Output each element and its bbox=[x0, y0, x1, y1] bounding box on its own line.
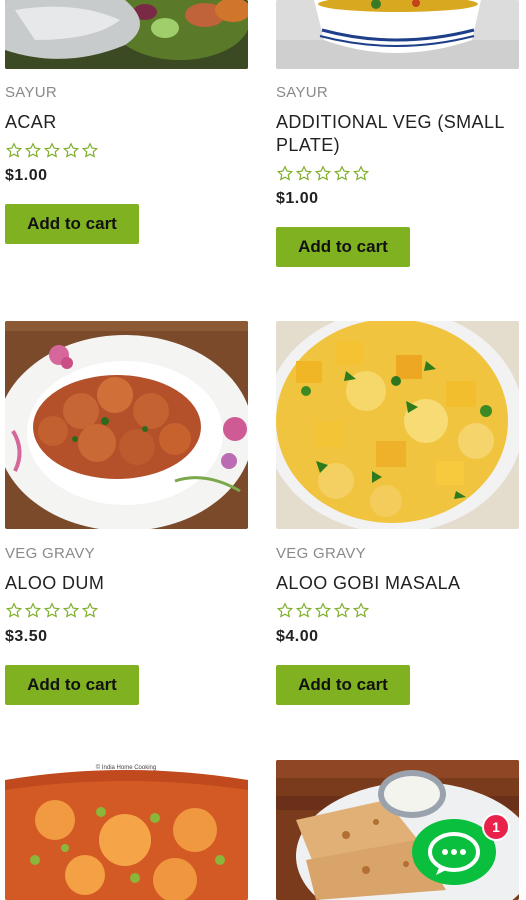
product-category[interactable]: SAYUR bbox=[5, 84, 57, 101]
star-outline-icon bbox=[81, 142, 99, 158]
product-title[interactable]: ADDITIONAL VEG (SMALL PLATE) bbox=[276, 111, 521, 157]
image-watermark: © India Home Cooking bbox=[96, 764, 156, 771]
star-outline-icon bbox=[352, 165, 370, 181]
product-title[interactable]: ALOO GOBI MASALA bbox=[276, 572, 521, 595]
product-image-aloo-dum[interactable] bbox=[5, 321, 248, 529]
star-outline-icon bbox=[314, 165, 332, 181]
star-outline-icon bbox=[276, 602, 294, 618]
star-rating bbox=[276, 165, 370, 182]
product-price: $4.00 bbox=[276, 628, 319, 645]
star-outline-icon bbox=[24, 602, 42, 618]
product-category[interactable]: SAYUR bbox=[276, 84, 328, 101]
star-outline-icon bbox=[314, 602, 332, 618]
product-title[interactable]: ALOO DUM bbox=[5, 572, 250, 595]
star-outline-icon bbox=[5, 602, 23, 618]
star-rating bbox=[276, 602, 370, 619]
star-outline-icon bbox=[62, 602, 80, 618]
add-to-cart-button[interactable]: Add to cart bbox=[5, 204, 139, 244]
star-outline-icon bbox=[5, 142, 23, 158]
star-outline-icon bbox=[24, 142, 42, 158]
star-outline-icon bbox=[295, 165, 313, 181]
star-outline-icon bbox=[333, 165, 351, 181]
star-outline-icon bbox=[276, 165, 294, 181]
star-rating bbox=[5, 142, 99, 159]
star-outline-icon bbox=[333, 602, 351, 618]
product-image-additional-veg[interactable] bbox=[276, 0, 519, 69]
product-price: $1.00 bbox=[276, 190, 319, 207]
star-outline-icon bbox=[43, 142, 61, 158]
add-to-cart-button[interactable]: Add to cart bbox=[5, 665, 139, 705]
star-rating bbox=[5, 602, 99, 619]
star-outline-icon bbox=[352, 602, 370, 618]
product-title[interactable]: ACAR bbox=[5, 111, 250, 134]
product-price: $1.00 bbox=[5, 167, 48, 184]
product-image-aloo-gobi[interactable] bbox=[276, 321, 519, 529]
star-outline-icon bbox=[62, 142, 80, 158]
product-price: $3.50 bbox=[5, 628, 48, 645]
product-image-curry[interactable]: © India Home Cooking bbox=[5, 760, 248, 900]
add-to-cart-button[interactable]: Add to cart bbox=[276, 665, 410, 705]
product-image-acar[interactable] bbox=[5, 0, 248, 69]
product-category[interactable]: VEG GRAVY bbox=[5, 545, 95, 562]
star-outline-icon bbox=[81, 602, 99, 618]
star-outline-icon bbox=[295, 602, 313, 618]
notification-badge: 1 bbox=[482, 813, 510, 841]
add-to-cart-button[interactable]: Add to cart bbox=[276, 227, 410, 267]
chat-widget-button[interactable]: 1 bbox=[412, 813, 510, 885]
product-category[interactable]: VEG GRAVY bbox=[276, 545, 366, 562]
star-outline-icon bbox=[43, 602, 61, 618]
